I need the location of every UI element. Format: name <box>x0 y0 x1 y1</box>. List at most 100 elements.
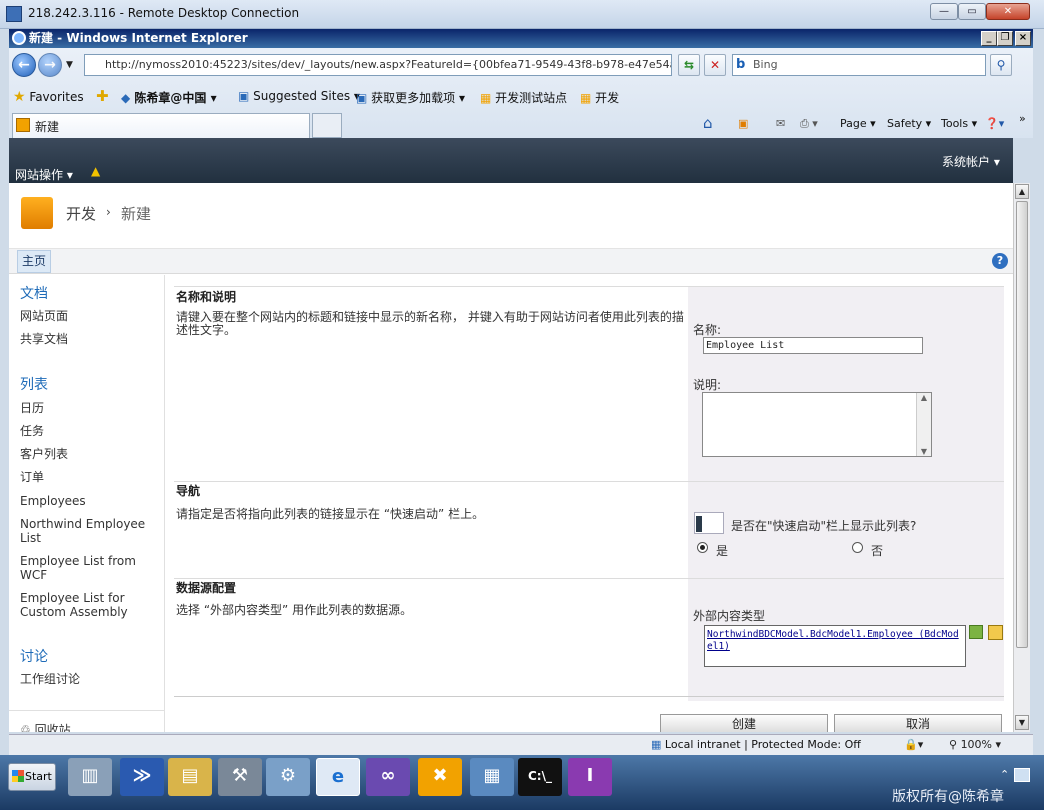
infopath-icon[interactable]: I <box>568 758 612 796</box>
tools-menu[interactable]: Tools ▾ <box>941 117 977 130</box>
add-favorite-icon[interactable]: ✚ <box>96 87 109 105</box>
list-name-input[interactable]: Employee List <box>703 337 923 354</box>
ql-item[interactable]: 日历 <box>20 401 160 415</box>
forward-button[interactable]: → <box>38 53 62 77</box>
ie-taskbar-icon[interactable]: e <box>316 758 360 796</box>
home-icon[interactable]: ⌂ <box>703 114 713 132</box>
user-menu[interactable]: 系统帐户 ▾ <box>942 153 1000 170</box>
ie-close-button[interactable]: × <box>1015 31 1031 46</box>
visual-studio-icon[interactable]: ∞ <box>366 758 410 796</box>
textarea-scrollbar[interactable]: ▲ ▼ <box>916 393 931 456</box>
protected-mode-icon[interactable]: 🔒▾ <box>904 738 923 751</box>
tools-icon[interactable]: ⚒ <box>218 758 262 796</box>
sharepoint-designer-icon[interactable]: ✖ <box>418 758 462 796</box>
recycle-bin-link[interactable]: ♲ 回收站 <box>20 723 160 732</box>
feeds-icon[interactable]: ▣ <box>738 117 748 130</box>
section-desc-nav: 请指定是否将指向此列表的链接显示在 “快速启动” 栏上。 <box>176 507 485 521</box>
navigate-up-icon[interactable]: ▲ <box>91 164 100 178</box>
cancel-button[interactable]: 取消 <box>834 714 1002 732</box>
site-icon: ▦ <box>580 91 592 105</box>
description-label: 说明: <box>693 378 722 392</box>
rdp-maximize-button[interactable]: ▭ <box>958 3 986 20</box>
powershell-icon[interactable]: ≫ <box>120 758 164 796</box>
favorites-button[interactable]: ★ Favorites <box>13 89 84 105</box>
scroll-up-icon[interactable]: ▲ <box>917 393 931 402</box>
fav-item-chen[interactable]: ◆ 陈希章@中国 ▾ <box>121 89 217 106</box>
rdp-minimize-button[interactable]: — <box>930 3 958 20</box>
page-scrollbar[interactable]: ▲ ▼ <box>1013 183 1030 732</box>
quicklaunch-icon <box>694 512 724 534</box>
print-icon[interactable]: ⎙ ▾ <box>800 117 818 131</box>
ql-heading-documents[interactable]: 文档 <box>20 283 48 303</box>
search-icon[interactable]: ⚲ <box>990 54 1012 76</box>
scroll-down-icon[interactable]: ▼ <box>1015 715 1029 730</box>
ql-item[interactable]: 工作组讨论 <box>20 672 160 686</box>
tab-home[interactable]: 主页 <box>17 250 51 273</box>
status-bar: ▦ Local intranet | Protected Mode: Off 🔒… <box>9 734 1033 755</box>
rdp-close-button[interactable]: ✕ <box>986 3 1030 20</box>
create-button[interactable]: 创建 <box>660 714 828 732</box>
ie-minimize-button[interactable]: _ <box>981 31 997 46</box>
zoom-control[interactable]: ⚲ 100% ▾ <box>949 738 1001 751</box>
site-actions-menu[interactable]: 网站操作 ▾ <box>15 166 73 183</box>
more-commands-icon[interactable]: » <box>1019 112 1026 125</box>
address-bar[interactable]: http://nymoss2010:45223/sites/dev/_layou… <box>84 54 672 76</box>
page-menu[interactable]: Page ▾ <box>840 117 876 130</box>
services-icon[interactable]: ⚙ <box>266 758 310 796</box>
stop-button[interactable]: ✕ <box>704 54 726 76</box>
mail-icon[interactable]: ✉ <box>776 117 785 130</box>
ql-item[interactable]: Northwind Employee List <box>20 517 160 545</box>
help-icon[interactable]: ? <box>992 253 1008 269</box>
ql-item[interactable]: 订单 <box>20 470 160 484</box>
breadcrumb-site[interactable]: 开发 <box>66 203 96 224</box>
nav-no-label: 否 <box>871 544 884 558</box>
refresh-button[interactable]: ⇆ <box>678 54 700 76</box>
ie-logo-icon <box>12 31 26 45</box>
fav-item-suggested[interactable]: ▣ Suggested Sites ▾ <box>238 89 360 103</box>
fav-item-addons[interactable]: ▣ 获取更多加载项 ▾ <box>356 89 465 106</box>
search-input[interactable]: Bing <box>732 54 986 76</box>
cmd-icon[interactable]: C:\_ <box>518 758 562 796</box>
server-manager-icon[interactable]: ▥ <box>68 758 112 796</box>
ect-label: 外部内容类型 <box>693 609 766 623</box>
nav-question-label: 是否在"快速启动"栏上显示此列表? <box>731 519 917 533</box>
ql-item[interactable]: 共享文档 <box>20 332 160 346</box>
network-icon[interactable]: ▦ <box>470 758 514 796</box>
safety-menu[interactable]: Safety ▾ <box>887 117 931 130</box>
show-tray-icon[interactable]: ⌃ <box>1000 768 1009 781</box>
check-names-icon[interactable] <box>969 625 983 639</box>
back-button[interactable]: ← <box>12 53 36 77</box>
top-nav <box>9 249 1013 274</box>
scroll-up-icon[interactable]: ▲ <box>1015 184 1029 199</box>
ect-picker-field[interactable]: NorthwindBDCModel.BdcModel1.Employee (Bd… <box>704 625 966 667</box>
page-icon: ▣ <box>356 91 368 105</box>
ql-item[interactable]: 客户列表 <box>20 447 160 461</box>
description-textarea[interactable] <box>702 392 932 457</box>
scroll-down-icon[interactable]: ▼ <box>917 447 931 456</box>
nav-yes-radio[interactable] <box>697 542 708 553</box>
feed-icon: ◆ <box>121 91 131 105</box>
scroll-thumb[interactable] <box>1016 201 1028 648</box>
help-menu-icon[interactable]: ❓▾ <box>985 117 1004 130</box>
network-tray-icon[interactable] <box>1014 768 1030 782</box>
section-divider <box>174 696 1004 697</box>
ql-item[interactable]: Employee List from WCF <box>20 554 160 582</box>
ql-item[interactable]: Employee List for Custom Assembly <box>20 591 160 619</box>
explorer-icon[interactable]: ▤ <box>168 758 212 796</box>
ie-restore-button[interactable]: ❐ <box>997 31 1013 46</box>
fav-item-dev[interactable]: ▦ 开发 <box>580 89 619 106</box>
ie-title-bar: 新建 - Windows Internet Explorer _ ❐ × <box>9 29 1033 48</box>
quick-launch: 文档 网站页面 共享文档 列表 日历 任务 客户列表 订单 Employees … <box>9 275 165 732</box>
ql-item[interactable]: 网站页面 <box>20 309 160 323</box>
ql-item[interactable]: Employees <box>20 494 160 508</box>
history-dropdown-icon[interactable]: ▼ <box>66 60 73 70</box>
tab-current[interactable]: 新建 <box>12 113 310 138</box>
ql-heading-discussions[interactable]: 讨论 <box>20 646 48 666</box>
ql-heading-lists[interactable]: 列表 <box>20 374 48 394</box>
browse-ect-icon[interactable] <box>988 625 1003 640</box>
new-tab-button[interactable] <box>312 113 342 138</box>
ql-item[interactable]: 任务 <box>20 424 160 438</box>
fav-item-devtest[interactable]: ▦ 开发测试站点 <box>480 89 567 106</box>
nav-no-radio[interactable] <box>852 542 863 553</box>
breadcrumb-separator-icon: › <box>106 205 111 219</box>
